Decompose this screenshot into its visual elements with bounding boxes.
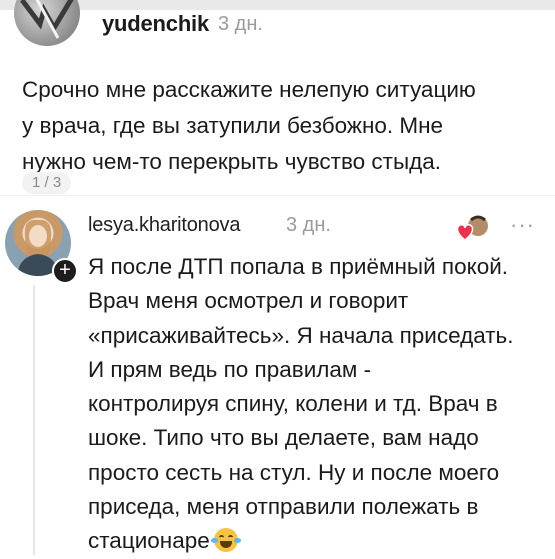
author-avatar[interactable]: [14, 0, 80, 46]
follow-plus-badge[interactable]: +: [52, 258, 78, 284]
liked-by-author-icon: [455, 214, 491, 242]
reply-timestamp: 3 дн.: [286, 214, 331, 236]
reply-body-text: Я после ДТП попала в приёмный покой. Вра…: [88, 250, 543, 559]
section-divider: [0, 195, 555, 196]
more-options-icon[interactable]: ···: [510, 212, 535, 238]
post-body-text: Срочно мне расскажите нелепую ситуацию у…: [22, 77, 476, 174]
post-timestamp: 3 дн.: [218, 13, 263, 35]
avatar-image-icon: [20, 0, 74, 39]
laughing-crying-emoji-icon: [210, 528, 241, 553]
carousel-page-indicator: 1 / 3: [22, 172, 72, 194]
reply-text-content: Я после ДТП попала в приёмный покой. Вра…: [88, 254, 514, 554]
top-strip: [0, 0, 555, 10]
post-author-name[interactable]: yudenchik: [102, 11, 209, 37]
reply-author-name[interactable]: lesya.kharitonova: [88, 214, 240, 237]
thread-connector-line: [33, 285, 35, 555]
